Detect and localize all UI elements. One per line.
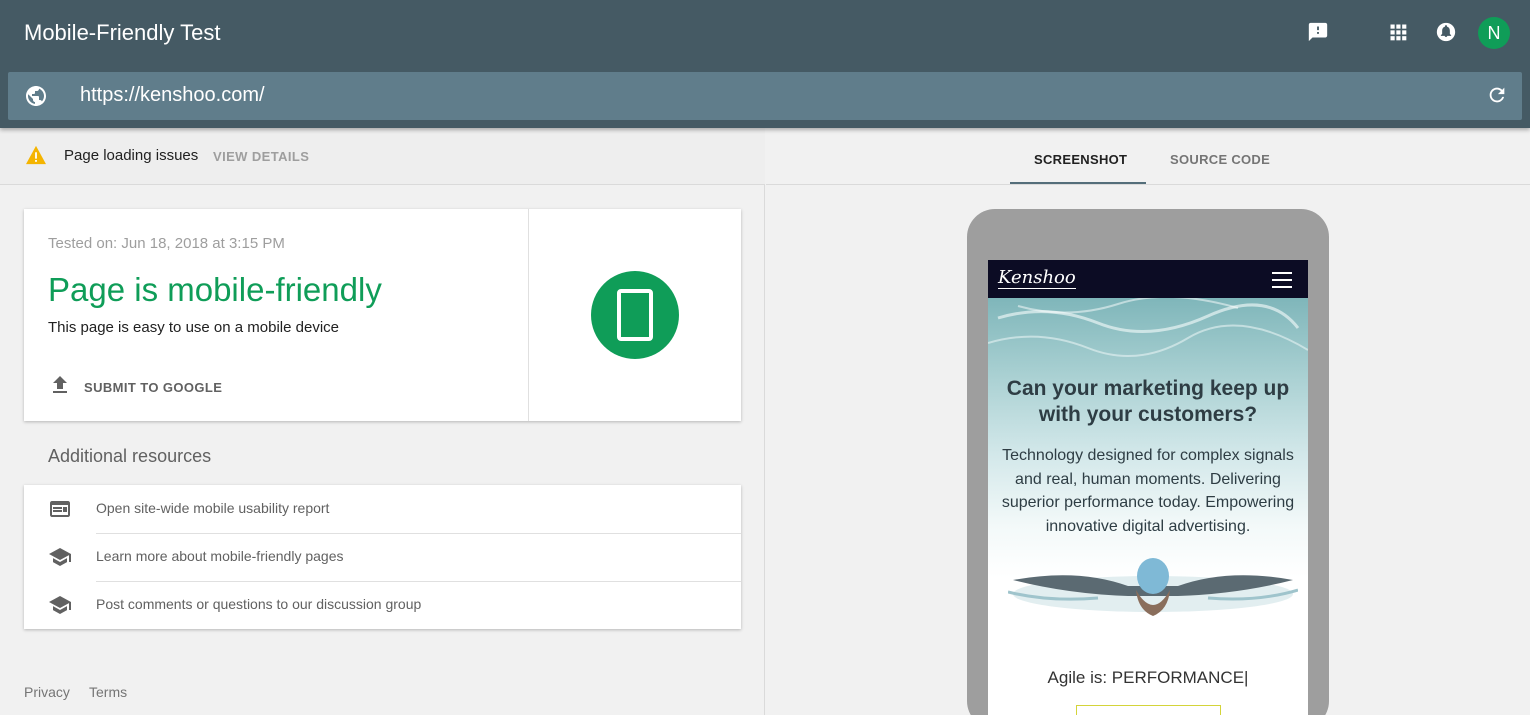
site-navbar: Kenshoo bbox=[988, 260, 1308, 298]
notifications-icon[interactable] bbox=[1434, 20, 1458, 44]
phone-frame: Kenshoo Can your marketing keep up with … bbox=[967, 209, 1329, 715]
avatar-initial: N bbox=[1487, 22, 1501, 43]
submit-to-google-label: SUBMIT TO GOOGLE bbox=[84, 379, 223, 395]
upload-icon bbox=[48, 373, 72, 402]
resource-item-usability-report[interactable]: Open site-wide mobile usability report bbox=[24, 485, 741, 533]
apps-grid-icon[interactable] bbox=[1386, 20, 1410, 44]
app-bar: Mobile-Friendly Test N https://kenshoo.c… bbox=[0, 0, 1530, 128]
preview-pane: SCREENSHOT SOURCE CODE Kenshoo Can your … bbox=[766, 128, 1530, 715]
issues-text: Page loading issues bbox=[64, 147, 199, 164]
swimmer-image bbox=[1008, 558, 1298, 616]
resource-label: Learn more about mobile-friendly pages bbox=[96, 548, 344, 564]
url-bar[interactable]: https://kenshoo.com/ bbox=[8, 72, 1522, 120]
resources-list: Open site-wide mobile usability report L… bbox=[24, 485, 741, 629]
mobile-friendly-badge bbox=[591, 271, 679, 359]
url-input[interactable]: https://kenshoo.com/ bbox=[80, 84, 265, 107]
app-title: Mobile-Friendly Test bbox=[24, 20, 221, 45]
avatar[interactable]: N bbox=[1478, 17, 1510, 49]
resource-item-learn-more[interactable]: Learn more about mobile-friendly pages bbox=[24, 533, 741, 581]
site-logo: Kenshoo bbox=[998, 267, 1076, 289]
verdict-subtitle: This page is easy to use on a mobile dev… bbox=[48, 319, 339, 336]
resource-label: Open site-wide mobile usability report bbox=[96, 500, 330, 516]
feedback-icon[interactable] bbox=[1306, 20, 1330, 44]
school-icon bbox=[48, 593, 72, 622]
cta-button-outline bbox=[1076, 705, 1221, 715]
agile-tagline: Agile is: PERFORMANCE| bbox=[1047, 668, 1249, 687]
tab-screenshot[interactable]: SCREENSHOT bbox=[1034, 152, 1127, 167]
water-ripple-graphic bbox=[988, 298, 1308, 357]
hero-copy: Technology designed for complex signals … bbox=[1001, 447, 1295, 535]
submit-to-google-button[interactable]: SUBMIT TO GOOGLE bbox=[48, 375, 222, 399]
warning-icon bbox=[25, 145, 47, 170]
report-icon bbox=[48, 497, 72, 526]
privacy-link[interactable]: Privacy bbox=[24, 684, 70, 700]
preview-tabs: SCREENSHOT SOURCE CODE bbox=[766, 128, 1530, 185]
reload-icon[interactable] bbox=[1486, 84, 1508, 111]
hero-heading: Can your marketing keep up with your cus… bbox=[1006, 377, 1290, 426]
tested-on-date: Tested on: Jun 18, 2018 at 3:15 PM bbox=[48, 235, 285, 252]
terms-link[interactable]: Terms bbox=[89, 684, 127, 700]
view-details-button[interactable]: VIEW DETAILS bbox=[213, 149, 309, 164]
site-hero: Can your marketing keep up with your cus… bbox=[988, 298, 1308, 648]
globe-icon bbox=[24, 84, 48, 113]
page-screenshot: Kenshoo Can your marketing keep up with … bbox=[988, 260, 1308, 715]
results-pane: Page loading issues VIEW DETAILS Tested … bbox=[0, 128, 765, 715]
smartphone-icon bbox=[617, 289, 653, 341]
school-icon bbox=[48, 545, 72, 574]
hamburger-menu-icon bbox=[1272, 272, 1292, 293]
resource-label: Post comments or questions to our discus… bbox=[96, 596, 422, 612]
additional-resources-heading: Additional resources bbox=[48, 446, 212, 466]
active-tab-indicator bbox=[1010, 182, 1146, 184]
card-divider bbox=[528, 209, 529, 421]
resource-item-discussion-group[interactable]: Post comments or questions to our discus… bbox=[24, 581, 741, 629]
tab-source-code[interactable]: SOURCE CODE bbox=[1170, 152, 1270, 167]
page-loading-issues-bar: Page loading issues VIEW DETAILS bbox=[0, 128, 765, 185]
result-card: Tested on: Jun 18, 2018 at 3:15 PM Page … bbox=[24, 209, 741, 421]
verdict-title: Page is mobile-friendly bbox=[48, 271, 382, 308]
